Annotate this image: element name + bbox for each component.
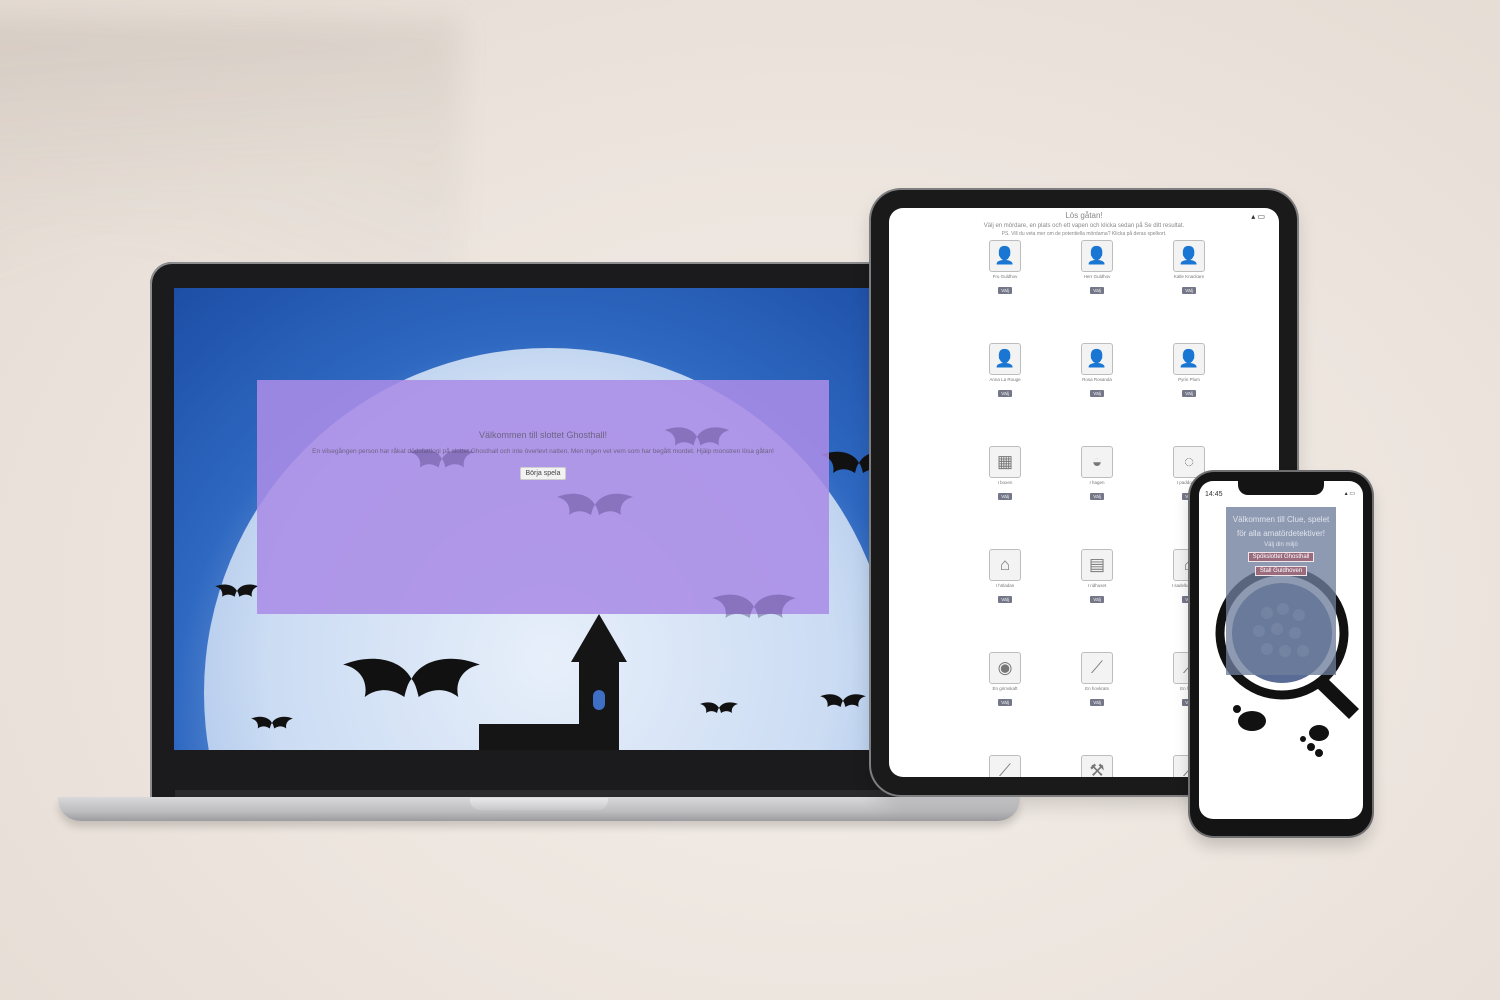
- bat-icon: [700, 702, 738, 713]
- card-label: I ridhuset: [1087, 583, 1107, 588]
- choose-button[interactable]: Välj: [1182, 287, 1196, 294]
- choose-button[interactable]: Välj: [1090, 596, 1104, 603]
- welcome-modal: Välkommen till slottet Ghosthall! En vil…: [257, 380, 829, 618]
- game-card[interactable]: ▦ I boxen Välj: [959, 446, 1051, 503]
- bat-icon: [343, 658, 480, 697]
- choose-button[interactable]: Välj: [998, 493, 1012, 500]
- card-label: Rosa Rosanda: [1082, 377, 1112, 382]
- card-label: I boxen: [997, 480, 1013, 485]
- phone-status-icons: ▴ ▭: [1344, 491, 1355, 497]
- card-label: Pyrin Plum: [1178, 377, 1200, 382]
- game-card[interactable]: 👤 Pyrin Plum Välj: [1143, 343, 1235, 400]
- card-image-icon[interactable]: ◌: [1173, 446, 1205, 478]
- tablet-subtitle: Välj en mördare, en plats och ett vapen …: [983, 223, 1185, 229]
- card-label: Herr Guldhov: [1083, 274, 1111, 279]
- bat-icon: [215, 584, 259, 597]
- bat-icon: [664, 427, 730, 446]
- bat-icon: [251, 716, 293, 729]
- card-image-icon[interactable]: ⟋: [1081, 652, 1113, 684]
- phone-time: 14:45: [1205, 491, 1223, 498]
- game-card[interactable]: 👤 Fru Guldhov Välj: [959, 240, 1051, 297]
- card-image-icon[interactable]: ▤: [1081, 549, 1113, 581]
- choose-button[interactable]: Välj: [1090, 699, 1104, 706]
- card-image-icon[interactable]: 👤: [1081, 240, 1113, 272]
- choose-button[interactable]: Välj: [998, 699, 1012, 706]
- card-image-icon[interactable]: 👤: [1081, 343, 1113, 375]
- bat-icon: [557, 493, 633, 515]
- game-card[interactable]: 👤 Kalle Knackare Välj: [1143, 240, 1235, 297]
- bat-icon: [712, 594, 796, 618]
- laptop-trackpad-notch: [470, 798, 608, 810]
- phone-notch: [1238, 481, 1324, 495]
- phone-subtitle: Välj din miljö: [1264, 542, 1298, 548]
- welcome-title: Välkommen till slottet Ghosthall!: [478, 430, 608, 440]
- environment-guldhoven-button[interactable]: Stall Guldhoven: [1254, 566, 1308, 576]
- castle-tower-icon: [479, 614, 627, 750]
- game-card[interactable]: ⟋ En hovkrats Välj: [1051, 652, 1143, 709]
- card-image-icon[interactable]: 👤: [1173, 240, 1205, 272]
- game-card[interactable]: ◉ En grimskaft Välj: [959, 652, 1051, 709]
- bat-icon: [409, 449, 475, 468]
- card-label: Anna La Rouge: [989, 377, 1021, 382]
- card-image-icon[interactable]: ◒: [1081, 446, 1113, 478]
- card-label: I hagen: [1089, 480, 1105, 485]
- laptop-screen: Välkommen till slottet Ghosthall! En vil…: [174, 288, 918, 750]
- game-card[interactable]: ⟋En beläggningssprutaVälj: [959, 755, 1051, 777]
- card-image-icon[interactable]: ⌂: [989, 549, 1021, 581]
- phone-title: Välkommen till Clue, spelet för alla ama…: [1232, 515, 1330, 538]
- choose-button[interactable]: Välj: [1090, 493, 1104, 500]
- choose-button[interactable]: Välj: [1090, 390, 1104, 397]
- environment-ghosthall-button[interactable]: Spökslottet Ghosthall: [1247, 552, 1315, 562]
- card-image-icon[interactable]: 👤: [989, 343, 1021, 375]
- game-card[interactable]: ◒ I hagen Välj: [1051, 446, 1143, 503]
- start-game-button[interactable]: Börja spela: [520, 467, 566, 480]
- card-image-icon[interactable]: 👤: [1173, 343, 1205, 375]
- phone-welcome-panel: Välkommen till Clue, spelet för alla ama…: [1226, 507, 1336, 675]
- game-card[interactable]: 👤 Anna La Rouge Välj: [959, 343, 1051, 400]
- card-label: En grimskaft: [992, 686, 1018, 691]
- card-label: Fru Guldhov: [992, 274, 1018, 279]
- game-card[interactable]: 👤 Herr Guldhov Välj: [1051, 240, 1143, 297]
- phone-screen: 14:45 ▴ ▭ Välkommen till Clue, spelet fö…: [1199, 481, 1363, 819]
- choose-button[interactable]: Välj: [1182, 390, 1196, 397]
- card-image-icon[interactable]: ▦: [989, 446, 1021, 478]
- choose-button[interactable]: Välj: [998, 390, 1012, 397]
- choose-button[interactable]: Välj: [998, 596, 1012, 603]
- card-image-icon[interactable]: ⟋: [989, 755, 1021, 777]
- card-label: I höladan: [995, 583, 1015, 588]
- card-image-icon[interactable]: 👤: [989, 240, 1021, 272]
- tablet-status-bar: ▴ ▭: [1251, 212, 1265, 221]
- game-card[interactable]: ⌂ I höladan Välj: [959, 549, 1051, 606]
- card-label: Kalle Knackare: [1173, 274, 1205, 279]
- game-card[interactable]: 👤 Rosa Rosanda Välj: [1051, 343, 1143, 400]
- game-card[interactable]: ▤ I ridhuset Välj: [1051, 549, 1143, 606]
- bat-icon: [820, 694, 866, 707]
- tablet-title: Lös gåtan!: [1065, 211, 1103, 220]
- card-image-icon[interactable]: ◉: [989, 652, 1021, 684]
- choose-button[interactable]: Välj: [1090, 287, 1104, 294]
- game-card[interactable]: ⚒En hammareVälj: [1051, 755, 1143, 777]
- card-image-icon[interactable]: ⚒: [1081, 755, 1113, 777]
- card-label: En hovkrats: [1085, 686, 1109, 691]
- choose-button[interactable]: Välj: [998, 287, 1012, 294]
- tablet-subtitle-hint: PS. Vill du veta mer om de potentiella m…: [1001, 231, 1167, 237]
